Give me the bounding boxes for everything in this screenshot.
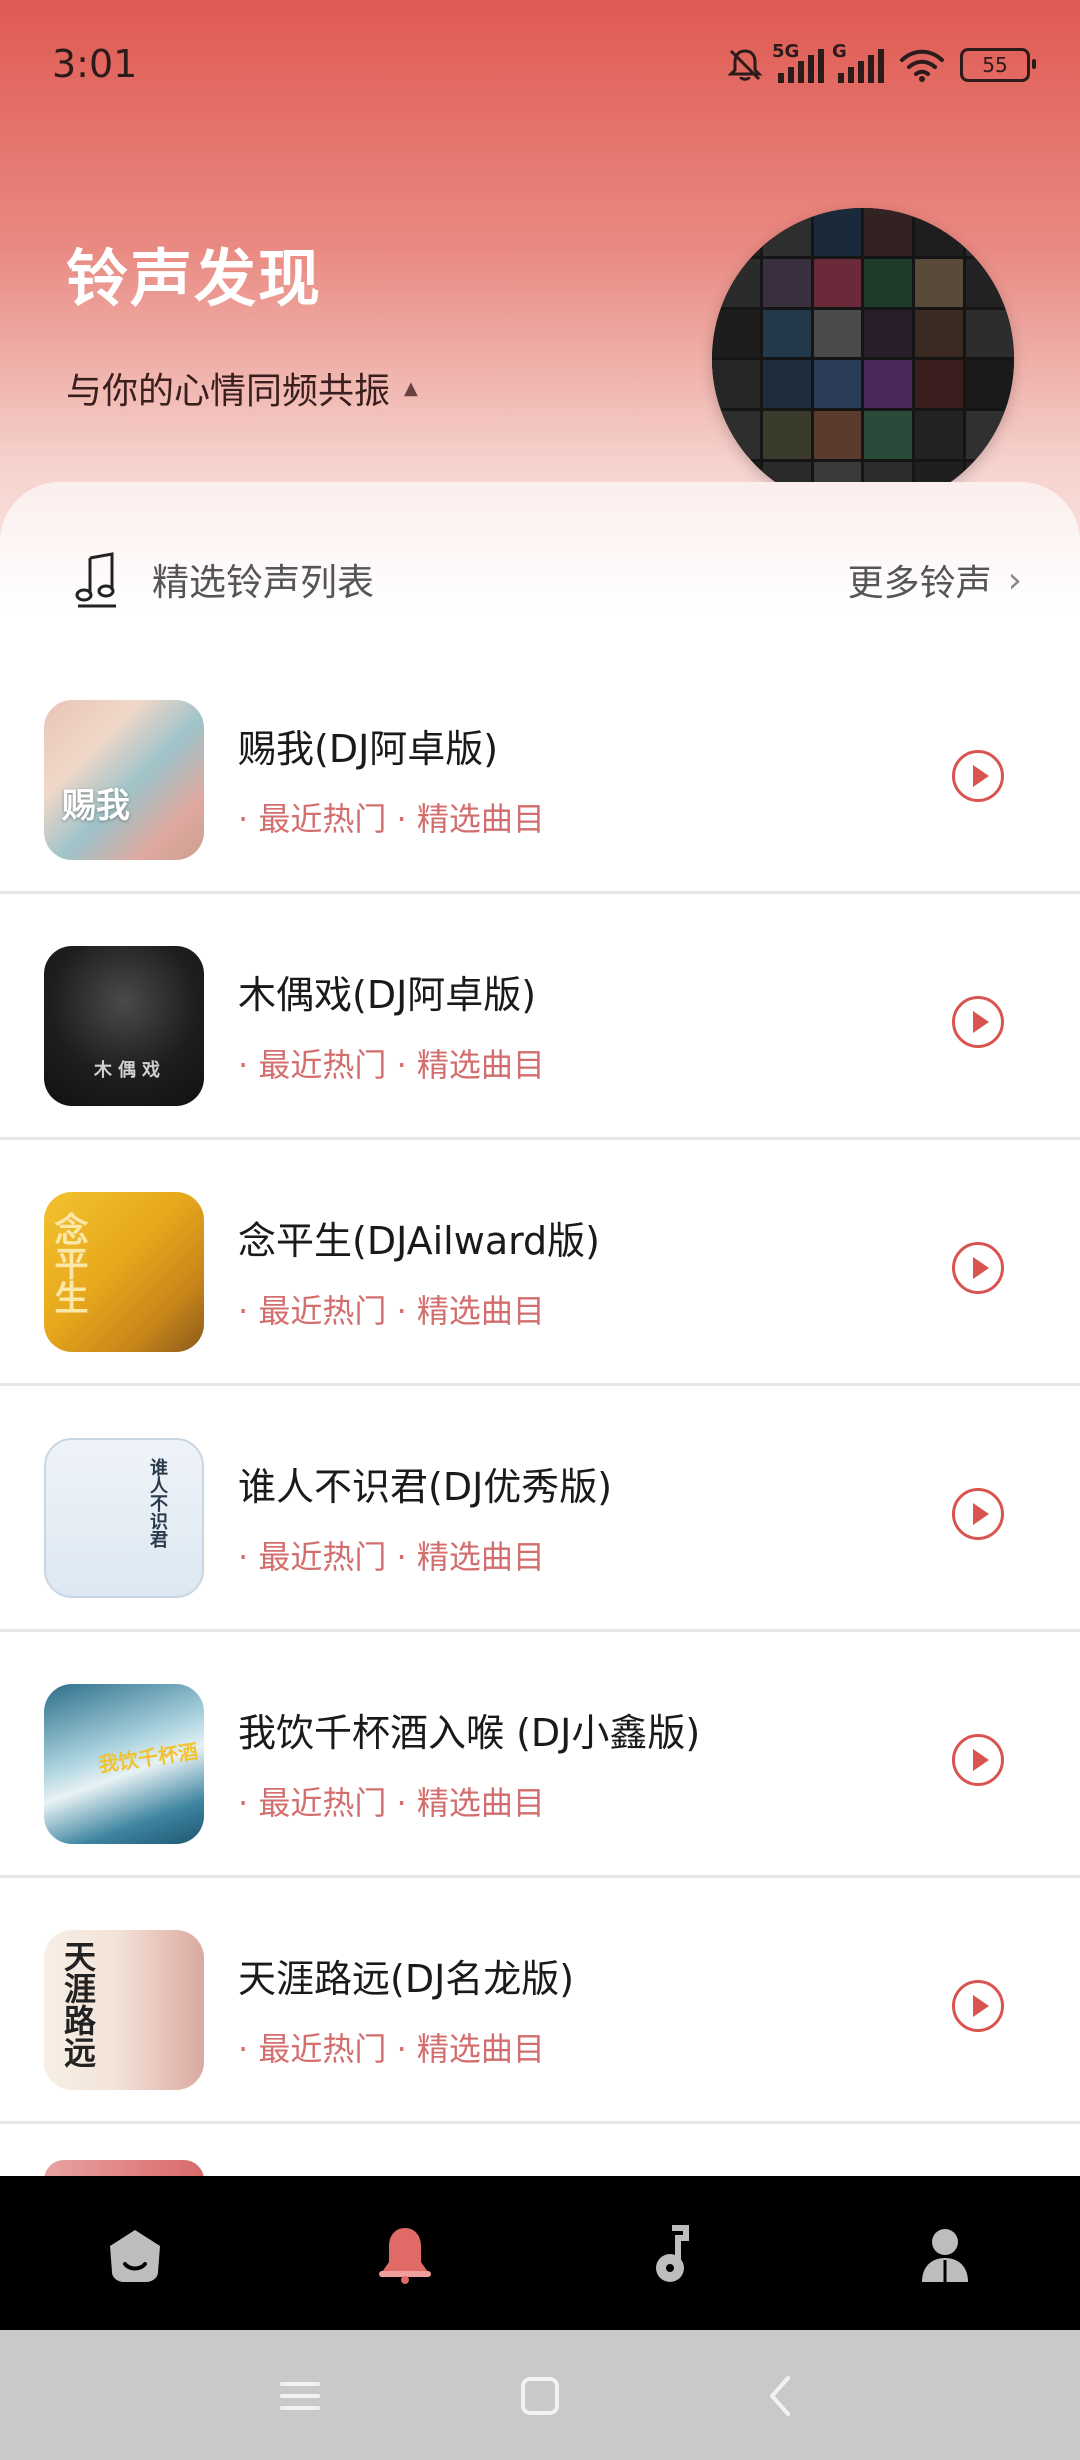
system-nav-bar [0,2330,1080,2460]
list-item[interactable]: 谁人不识君 谁人不识君(DJ优秀版) · 最近热门 · 精选曲目 [0,1386,1080,1632]
status-bar: 3:01 5G G 55 [0,0,1080,130]
profile-icon[interactable] [910,2220,980,2290]
cover-title: 木偶戏 [94,1060,166,1081]
page-title: 铃声发现 [66,242,323,315]
triangle-up-icon: ▲ [404,377,418,399]
menu-icon[interactable] [270,2366,330,2426]
cover-title: 谁人不识君 [147,1458,168,1548]
album-cover: 念平生 [44,1192,204,1352]
signal-g-icon: G [832,41,884,83]
status-icons: 5G G 55 [726,40,1036,90]
play-button[interactable] [952,1734,1004,1786]
list-item[interactable]: 赐我 赐我(DJ阿卓版) · 最近热门 · 精选曲目 [0,648,1080,894]
chevron-right-icon: › [1007,559,1022,601]
cover-title: 我饮千杯酒 [97,1739,200,1777]
song-tags: · 最近热门 · 精选曲目 [238,1292,545,1330]
song-title: 念平生(DJAilward版) [238,1219,601,1263]
album-collage-disc[interactable] [712,208,1014,510]
song-title: 赐我(DJ阿卓版) [238,727,499,771]
bell-icon[interactable] [370,2220,440,2290]
play-button[interactable] [952,1488,1004,1540]
section-title: 精选铃声列表 [152,561,374,604]
hero-subtitle[interactable]: 与你的心情同频共振 ▲ [66,362,418,414]
list-item[interactable]: 天涯路远 天涯路远(DJ名龙版) · 最近热门 · 精选曲目 [0,1878,1080,2124]
song-tags: · 最近热门 · 精选曲目 [238,1784,545,1822]
song-title: 谁人不识君(DJ优秀版) [238,1465,613,1509]
wifi-icon [900,49,944,82]
album-collage-grid [712,208,1014,510]
signal-5g-icon: 5G [772,41,824,83]
song-tags: · 最近热门 · 精选曲目 [238,1538,545,1576]
ringtone-list: 赐我 赐我(DJ阿卓版) · 最近热门 · 精选曲目 木偶戏 木偶戏(DJ阿卓版… [0,648,1080,2124]
home-square-icon[interactable] [510,2366,570,2426]
cover-title: 念平生 [48,1212,88,1314]
album-cover: 天涯路远 [44,1930,204,2090]
music-note-icon [75,552,116,608]
song-title: 天涯路远(DJ名龙版) [238,1957,575,2001]
album-cover: 我饮千杯酒 [44,1684,204,1844]
song-title: 木偶戏(DJ阿卓版) [238,973,537,1017]
music-note-icon[interactable] [640,2220,710,2290]
song-tags: · 最近热门 · 精选曲目 [238,800,545,838]
more-ringtones-label: 更多铃声 [847,563,992,604]
back-icon[interactable] [750,2366,810,2426]
battery-icon: 55 [960,48,1036,82]
cover-title: 天涯路远 [59,1940,97,2068]
list-item[interactable]: 木偶戏 木偶戏(DJ阿卓版) · 最近热门 · 精选曲目 [0,894,1080,1140]
album-cover: 木偶戏 [44,946,204,1106]
song-tags: · 最近热门 · 精选曲目 [238,1046,545,1084]
list-item[interactable]: 念平生 念平生(DJAilward版) · 最近热门 · 精选曲目 [0,1140,1080,1386]
hero-subtitle-text: 与你的心情同频共振 [66,371,391,412]
play-button[interactable] [952,750,1004,802]
home-icon[interactable] [100,2220,170,2290]
cover-title: 赐我 [62,786,130,826]
play-button[interactable] [952,1980,1004,2032]
play-button[interactable] [952,1242,1004,1294]
section-header: 精选铃声列表 更多铃声 › [0,540,1080,620]
bottom-tab-bar [0,2176,1080,2330]
album-cover: 赐我 [44,700,204,860]
status-time: 3:01 [52,42,138,86]
song-tags: · 最近热门 · 精选曲目 [238,2030,545,2068]
mute-bell-icon [727,49,763,81]
play-button[interactable] [952,996,1004,1048]
list-item[interactable]: 我饮千杯酒 我饮千杯酒入喉 (DJ小鑫版) · 最近热门 · 精选曲目 [0,1632,1080,1878]
album-cover: 谁人不识君 [44,1438,204,1598]
song-title: 我饮千杯酒入喉 (DJ小鑫版) [238,1711,701,1755]
more-ringtones-link[interactable]: 更多铃声 › [848,554,1022,606]
